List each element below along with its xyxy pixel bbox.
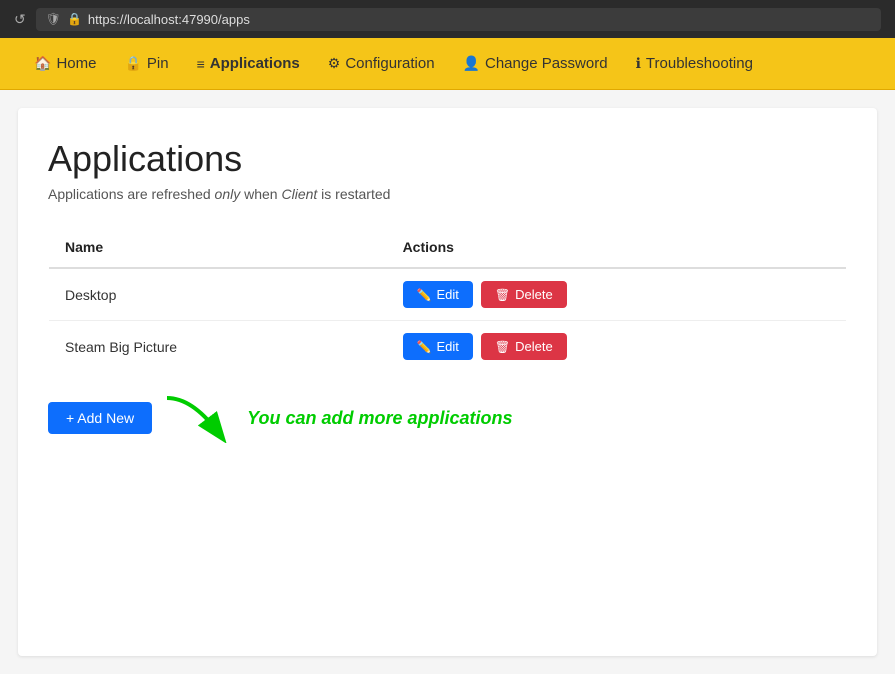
- pin-icon: 🔒: [124, 55, 141, 72]
- delete-button-steam[interactable]: 🗑Delete: [481, 333, 567, 360]
- gear-icon: ⚙: [328, 55, 341, 72]
- url-display: https://localhost:47990/apps: [88, 12, 250, 27]
- page-wrapper: 🏠 Home 🔒 Pin ≡ Applications ⚙ Configurat…: [0, 38, 895, 674]
- annotation-wrapper: You can add more applications: [162, 393, 512, 443]
- nav-pin[interactable]: 🔒 Pin: [110, 38, 182, 89]
- table-row: Steam Big Picture ✏️Edit 🗑Delete: [49, 321, 847, 373]
- trash-icon: 🗑: [495, 288, 510, 302]
- nav-change-password[interactable]: 👤 Change Password: [449, 38, 622, 89]
- page-subtitle: Applications are refreshed only when Cli…: [48, 186, 847, 202]
- address-bar[interactable]: 🛡 🔒 https://localhost:47990/apps: [36, 8, 881, 31]
- table-header-row: Name Actions: [49, 227, 847, 269]
- edit-icon: ✏️: [417, 340, 432, 354]
- edit-button-desktop[interactable]: ✏️Edit: [403, 281, 473, 308]
- nav-applications[interactable]: ≡ Applications: [183, 38, 314, 89]
- app-actions-cell: ✏️Edit 🗑Delete: [387, 321, 847, 373]
- nav-troubleshooting-label: Troubleshooting: [646, 55, 753, 72]
- nav-applications-label: Applications: [210, 55, 300, 72]
- annotation-text: You can add more applications: [247, 408, 512, 429]
- actions-container: ✏️Edit 🗑Delete: [403, 333, 830, 360]
- browser-chrome: ↺ 🛡 🔒 https://localhost:47990/apps: [0, 0, 895, 38]
- home-icon: 🏠: [34, 55, 51, 72]
- table-row: Desktop ✏️Edit 🗑Delete: [49, 268, 847, 321]
- arrow-icon: [162, 393, 242, 443]
- column-header-actions: Actions: [387, 227, 847, 269]
- app-name-cell: Steam Big Picture: [49, 321, 387, 373]
- reload-icon[interactable]: ↺: [14, 11, 26, 28]
- navbar: 🏠 Home 🔒 Pin ≡ Applications ⚙ Configurat…: [0, 38, 895, 90]
- add-new-button[interactable]: + Add New: [48, 402, 152, 434]
- applications-table: Name Actions Desktop✏️Edit🗑DeleteSteam B…: [48, 226, 847, 373]
- trash-icon: 🗑: [495, 340, 510, 354]
- user-icon: 👤: [463, 55, 480, 72]
- lock-icon: 🔒: [67, 12, 82, 26]
- edit-button-steam[interactable]: ✏️Edit: [403, 333, 473, 360]
- nav-pin-label: Pin: [147, 55, 169, 72]
- nav-home-label: Home: [56, 55, 96, 72]
- main-content: Applications Applications are refreshed …: [18, 108, 877, 656]
- page-title: Applications: [48, 138, 847, 180]
- nav-configuration-label: Configuration: [345, 55, 434, 72]
- add-new-label: + Add New: [66, 410, 134, 426]
- nav-troubleshooting[interactable]: ℹ Troubleshooting: [622, 38, 767, 89]
- security-icon: 🛡: [46, 12, 61, 26]
- app-name-cell: Desktop: [49, 268, 387, 321]
- delete-button-desktop[interactable]: 🗑Delete: [481, 281, 567, 308]
- actions-container: ✏️Edit 🗑Delete: [403, 281, 830, 308]
- info-icon: ℹ: [636, 55, 641, 72]
- add-new-section: + Add New You can add more applications: [48, 393, 847, 443]
- edit-icon: ✏️: [417, 288, 432, 302]
- nav-home[interactable]: 🏠 Home: [20, 38, 110, 89]
- app-actions-cell: ✏️Edit 🗑Delete: [387, 268, 847, 321]
- nav-change-password-label: Change Password: [485, 55, 608, 72]
- nav-configuration[interactable]: ⚙ Configuration: [314, 38, 449, 89]
- menu-icon: ≡: [197, 56, 205, 72]
- column-header-name: Name: [49, 227, 387, 269]
